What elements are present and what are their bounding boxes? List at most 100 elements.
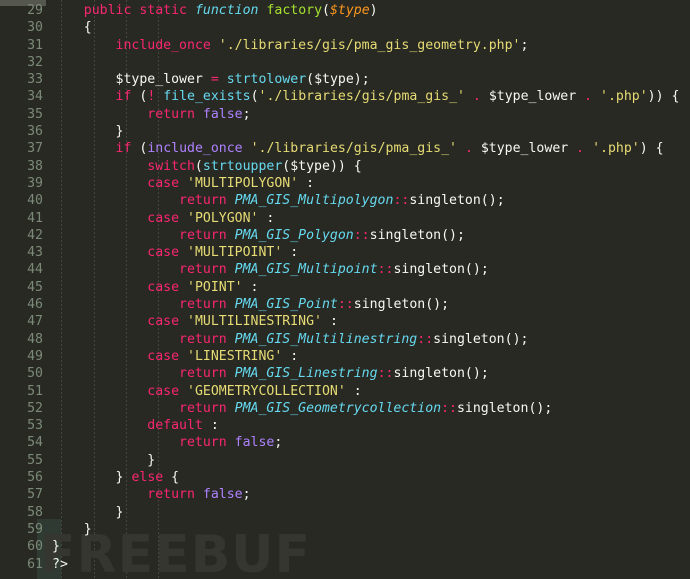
- code-line-text[interactable]: return false;: [52, 106, 690, 123]
- code-editor[interactable]: FREEBUF 29 public static function factor…: [0, 0, 690, 579]
- line-number: 43: [27, 245, 43, 261]
- line-number: 59: [27, 521, 43, 537]
- code-line[interactable]: 39 case 'MULTIPOLYGON' :: [0, 175, 690, 192]
- code-line-text[interactable]: if (! file_exists('./libraries/gis/pma_g…: [52, 88, 690, 105]
- code-line-text[interactable]: case 'LINESTRING' :: [52, 348, 690, 365]
- line-number: 61: [27, 556, 43, 572]
- code-line[interactable]: 46 return PMA_GIS_Point::singleton();: [0, 296, 690, 313]
- line-number: 47: [27, 314, 43, 330]
- code-line[interactable]: 45 case 'POINT' :: [0, 279, 690, 296]
- code-line-text[interactable]: return PMA_GIS_Geometrycollection::singl…: [52, 400, 690, 417]
- line-number: 34: [27, 89, 43, 105]
- code-line[interactable]: 40 return PMA_GIS_Multipolygon::singleto…: [0, 192, 690, 209]
- code-line-text[interactable]: case 'GEOMETRYCOLLECTION' :: [52, 383, 690, 400]
- code-line-text[interactable]: ?>: [52, 556, 690, 573]
- code-line-text[interactable]: return PMA_GIS_Multipoint::singleton();: [52, 261, 690, 278]
- code-line[interactable]: 35 return false;: [0, 106, 690, 123]
- code-line[interactable]: 53 default :: [0, 417, 690, 434]
- line-number: 42: [27, 227, 43, 243]
- code-line-text[interactable]: }: [52, 521, 690, 538]
- code-line[interactable]: 51 case 'GEOMETRYCOLLECTION' :: [0, 383, 690, 400]
- code-line[interactable]: 32: [0, 54, 690, 71]
- code-line-text[interactable]: return PMA_GIS_Multilinestring::singleto…: [52, 331, 690, 348]
- line-number: 29: [27, 3, 43, 18]
- code-line[interactable]: 57 return false;: [0, 486, 690, 503]
- code-line-text[interactable]: }: [52, 123, 690, 140]
- code-line[interactable]: 37 if (include_once './libraries/gis/pma…: [0, 140, 690, 157]
- code-line-text[interactable]: if (include_once './libraries/gis/pma_gi…: [52, 140, 690, 157]
- code-line[interactable]: 31 include_once './libraries/gis/pma_gis…: [0, 37, 690, 54]
- line-number: 51: [27, 383, 43, 399]
- code-line[interactable]: 60}: [0, 538, 690, 555]
- line-number: 36: [27, 124, 43, 140]
- line-number: 46: [27, 297, 43, 313]
- code-line[interactable]: 34 if (! file_exists('./libraries/gis/pm…: [0, 88, 690, 105]
- code-content[interactable]: 29 public static function factory($type)…: [0, 0, 690, 573]
- code-line[interactable]: 61 ?>: [0, 556, 690, 573]
- code-line-text[interactable]: }: [52, 452, 690, 469]
- code-line-text[interactable]: return false;: [52, 486, 690, 503]
- line-number: 37: [27, 141, 43, 157]
- code-line-text[interactable]: return PMA_GIS_Point::singleton();: [52, 296, 690, 313]
- code-line[interactable]: 41 case 'POLYGON' :: [0, 210, 690, 227]
- line-number: 55: [27, 452, 43, 468]
- code-line-text[interactable]: case 'MULTIPOLYGON' :: [52, 175, 690, 192]
- code-line[interactable]: 54 return false;: [0, 434, 690, 451]
- code-line[interactable]: 55 }: [0, 452, 690, 469]
- code-line-text[interactable]: }: [52, 538, 690, 555]
- line-number: 50: [27, 366, 43, 382]
- line-number: 32: [27, 54, 43, 70]
- line-number: 38: [27, 158, 43, 174]
- line-number: 48: [27, 331, 43, 347]
- code-line[interactable]: 47 case 'MULTILINESTRING' :: [0, 313, 690, 330]
- code-line-text[interactable]: case 'POINT' :: [52, 279, 690, 296]
- line-number: 35: [27, 106, 43, 122]
- line-number: 44: [27, 262, 43, 278]
- line-number: 33: [27, 72, 43, 88]
- line-number: 40: [27, 193, 43, 209]
- code-line[interactable]: 30 {: [0, 19, 690, 36]
- code-line-text[interactable]: default :: [52, 417, 690, 434]
- code-line-text[interactable]: include_once './libraries/gis/pma_gis_ge…: [52, 37, 690, 54]
- code-line[interactable]: 49 case 'LINESTRING' :: [0, 348, 690, 365]
- code-line-text[interactable]: public static function factory($type): [52, 2, 690, 19]
- code-line-text[interactable]: case 'POLYGON' :: [52, 210, 690, 227]
- code-line[interactable]: 48 return PMA_GIS_Multilinestring::singl…: [0, 331, 690, 348]
- code-line[interactable]: 38 switch(strtoupper($type)) {: [0, 158, 690, 175]
- code-line[interactable]: 33 $type_lower = strtolower($type);: [0, 71, 690, 88]
- code-line[interactable]: 59 }: [0, 521, 690, 538]
- code-line-text[interactable]: return PMA_GIS_Multipolygon::singleton()…: [52, 192, 690, 209]
- code-line[interactable]: 43 case 'MULTIPOINT' :: [0, 244, 690, 261]
- code-line[interactable]: 52 return PMA_GIS_Geometrycollection::si…: [0, 400, 690, 417]
- code-line-text[interactable]: return PMA_GIS_Polygon::singleton();: [52, 227, 690, 244]
- line-number: 56: [27, 470, 43, 486]
- line-number: 49: [27, 348, 43, 364]
- code-line-text[interactable]: }: [52, 504, 690, 521]
- code-line[interactable]: 50 return PMA_GIS_Linestring::singleton(…: [0, 365, 690, 382]
- code-line-text[interactable]: return false;: [52, 434, 690, 451]
- code-line-text[interactable]: case 'MULTILINESTRING' :: [52, 313, 690, 330]
- code-line[interactable]: 29 public static function factory($type): [0, 2, 690, 19]
- line-number: 57: [27, 487, 43, 503]
- code-line-text[interactable]: } else {: [52, 469, 690, 486]
- line-number: 54: [27, 435, 43, 451]
- code-line-text[interactable]: return PMA_GIS_Linestring::singleton();: [52, 365, 690, 382]
- line-number: 30: [27, 20, 43, 36]
- code-line[interactable]: 42 return PMA_GIS_Polygon::singleton();: [0, 227, 690, 244]
- code-line-text[interactable]: switch(strtoupper($type)) {: [52, 158, 690, 175]
- line-number: 31: [27, 37, 43, 53]
- code-line[interactable]: 58 }: [0, 504, 690, 521]
- line-number: 52: [27, 400, 43, 416]
- line-number: 45: [27, 279, 43, 295]
- line-number: 53: [27, 418, 43, 434]
- code-line-text[interactable]: {: [52, 19, 690, 36]
- code-line-text[interactable]: case 'MULTIPOINT' :: [52, 244, 690, 261]
- line-number: 58: [27, 504, 43, 520]
- code-line[interactable]: 36 }: [0, 123, 690, 140]
- line-number: 60: [27, 539, 43, 555]
- code-line[interactable]: 44 return PMA_GIS_Multipoint::singleton(…: [0, 261, 690, 278]
- code-line[interactable]: 56 } else {: [0, 469, 690, 486]
- code-line-text[interactable]: $type_lower = strtolower($type);: [52, 71, 690, 88]
- line-number: 41: [27, 210, 43, 226]
- line-number: 39: [27, 175, 43, 191]
